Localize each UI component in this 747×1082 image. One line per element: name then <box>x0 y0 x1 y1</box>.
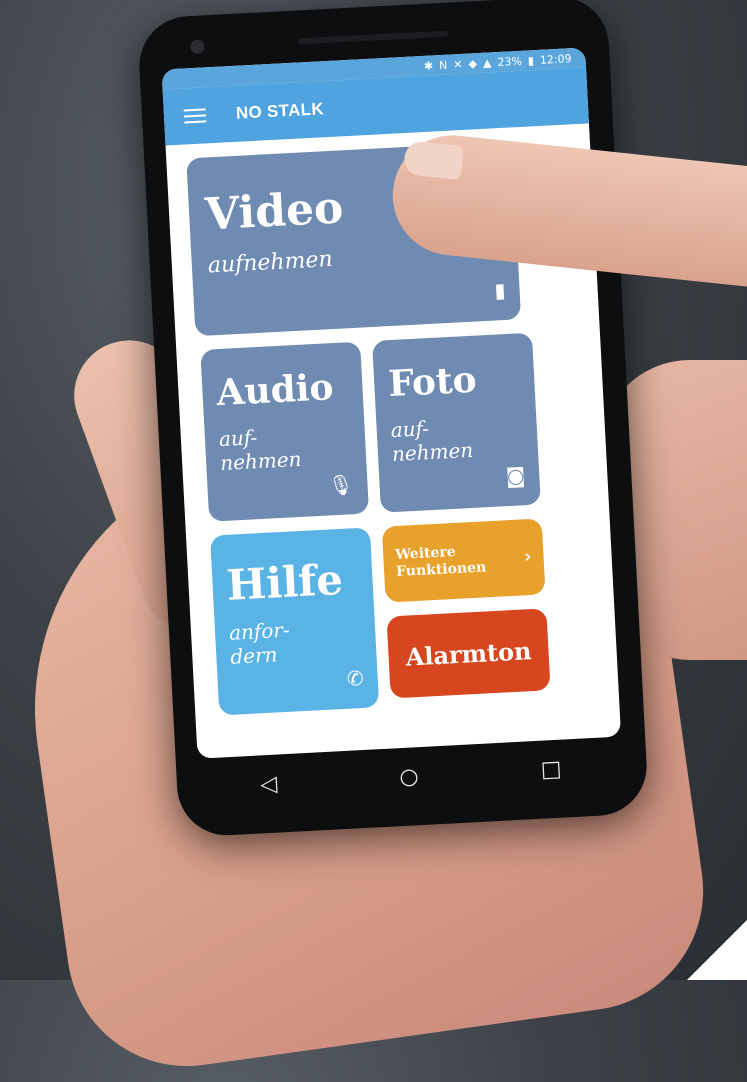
nfc-icon: N <box>438 58 448 72</box>
back-icon[interactable]: ◁ <box>260 771 278 797</box>
hilfe-subtitle: anfor- dern <box>228 614 362 669</box>
more-functions-tile[interactable]: Weitere Funktionen › <box>381 518 546 603</box>
recents-icon[interactable]: □ <box>540 756 562 782</box>
video-camera-icon: ▮ <box>493 277 507 303</box>
photo-record-tile[interactable]: Foto auf- nehmen ◙ <box>372 332 541 513</box>
mute-icon: ✕ <box>452 57 463 71</box>
foto-title: Foto <box>387 358 478 406</box>
request-help-tile[interactable]: Hilfe anfor- dern ✆ <box>210 527 380 716</box>
phone: ✱ N ✕ ◆ ▲ 23% ▮ 12:09 NO STALK Video auf… <box>136 0 650 838</box>
more-functions-label: Weitere Funktionen <box>395 543 487 581</box>
battery-percent: 23% <box>497 54 523 69</box>
hilfe-title: Hilfe <box>225 554 345 610</box>
foto-subtitle: auf- nehmen <box>390 411 524 466</box>
front-camera <box>190 39 205 55</box>
corner-wedge <box>687 920 747 980</box>
microphone-icon: 🎙 <box>327 472 355 498</box>
more-functions-line2: Funktionen <box>395 559 487 581</box>
alarm-tone-button[interactable]: Alarmton <box>386 608 551 699</box>
camera-icon: ◙ <box>505 463 526 489</box>
audio-record-tile[interactable]: Audio auf- nehmen 🎙 <box>200 341 370 522</box>
fingernail <box>402 140 464 181</box>
signal-icon: ▲ <box>482 55 492 70</box>
audio-subtitle: auf- nehmen <box>218 420 352 475</box>
bluetooth-icon: ✱ <box>423 58 434 73</box>
chevron-right-icon: › <box>523 546 533 568</box>
status-time: 12:09 <box>539 51 572 67</box>
wifi-icon: ◆ <box>468 56 478 71</box>
audio-title: Audio <box>215 366 335 415</box>
earpiece-speaker <box>298 30 449 45</box>
app-title: NO STALK <box>235 99 325 123</box>
battery-icon: ▮ <box>527 53 535 67</box>
phone-icon: ✆ <box>346 665 365 691</box>
hamburger-menu-icon[interactable] <box>183 108 207 124</box>
alarm-tone-label: Alarmton <box>404 635 533 672</box>
home-icon[interactable]: ○ <box>399 764 419 790</box>
